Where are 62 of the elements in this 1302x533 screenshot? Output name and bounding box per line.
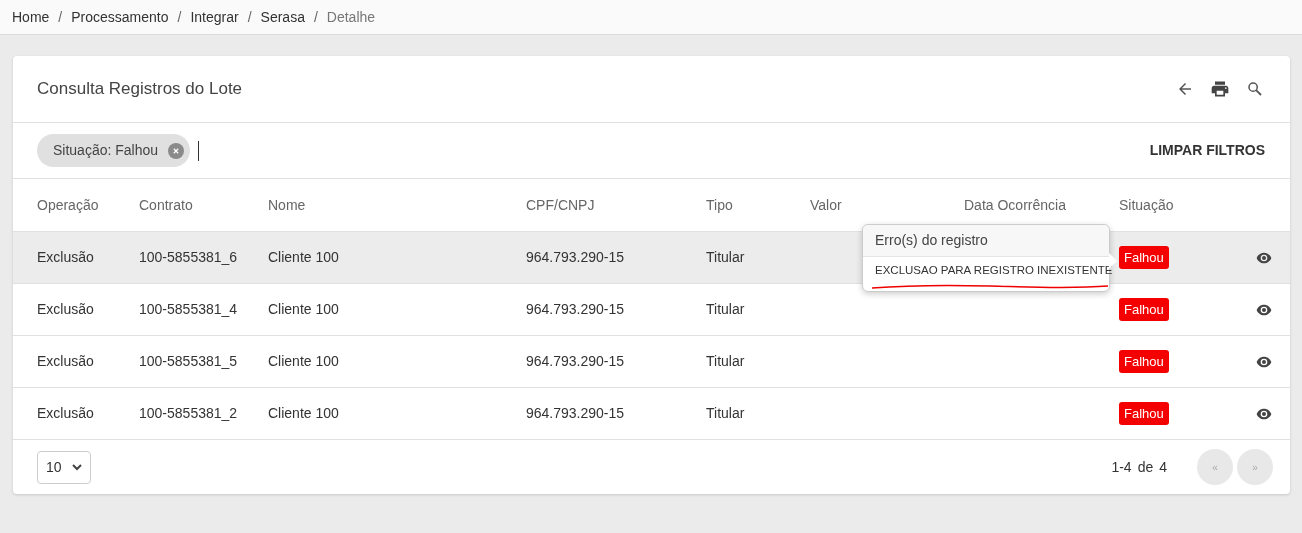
breadcrumb-link[interactable]: Processamento (71, 6, 169, 28)
table-row[interactable]: Exclusão 100-5855381_5 Cliente 100 964.793.290-15 Titular Falhou (13, 336, 1290, 388)
table-cell-text: Cliente 100 (268, 300, 340, 319)
table-cell-text: Titular (706, 300, 746, 319)
eye-icon[interactable] (1256, 407, 1272, 420)
column-header: Contrato (139, 195, 194, 215)
printer-icon[interactable] (1210, 79, 1230, 99)
table-row[interactable]: Exclusão 100-5855381_2 Cliente 100 964.793.290-15 Titular Falhou (13, 388, 1290, 440)
page-range: 1-4 (1111, 457, 1132, 477)
breadcrumb-link[interactable]: Serasa (260, 6, 305, 28)
table-cell-text: Exclusão (37, 248, 95, 267)
table-cell-text: Titular (706, 248, 746, 267)
table-cell-text: Exclusão (37, 300, 95, 319)
table-row[interactable]: Exclusão 100-5855381_4 Cliente 100 964.793.290-15 Titular Falhou (13, 284, 1290, 336)
table-cell-text: Cliente 100 (268, 352, 340, 371)
table-cell-text: Cliente 100 (268, 404, 340, 423)
filter-label: Situação: Falhou (53, 141, 159, 160)
chevron-down-icon (72, 463, 82, 471)
breadcrumb-link[interactable]: Integrar (190, 6, 239, 28)
table-cell-text: 964.793.290-15 (526, 300, 626, 319)
column-header: Nome (268, 195, 307, 215)
column-header: Tipo (706, 195, 734, 215)
breadcrumb-link[interactable]: Home (12, 6, 50, 28)
column-header: Situação (1119, 195, 1175, 215)
breadcrumb-separator: / (313, 7, 318, 27)
filter-chip[interactable]: Situação: Falhou (37, 134, 191, 167)
card-title: Consulta Registros do Lote (37, 78, 244, 101)
status-badge: Falhou (1119, 349, 1169, 374)
text-cursor[interactable] (198, 140, 200, 161)
eye-icon[interactable] (1256, 355, 1272, 368)
column-header: CPF/CNPJ (526, 195, 596, 215)
table-cell-text: 964.793.290-15 (526, 352, 626, 371)
table-cell-text: Exclusão (37, 404, 95, 423)
table-cell-text: Titular (706, 404, 746, 423)
column-header: Operação (37, 195, 100, 215)
table-cell-text: 100-5855381_2 (139, 404, 239, 423)
table-cell-text: 100-5855381_6 (139, 248, 239, 267)
page-size-select[interactable]: 10 (37, 450, 91, 484)
table-cell-text: Titular (706, 352, 746, 371)
table-cell-text: 964.793.290-15 (526, 404, 626, 423)
breadcrumb-separator: / (247, 7, 252, 27)
page-total: 4 (1159, 457, 1167, 477)
breadcrumb-separator: / (177, 7, 182, 27)
clear-filters-button[interactable]: LIMPAR FILTROS (1141, 136, 1273, 165)
close-icon[interactable] (168, 142, 185, 159)
page-of: de (1137, 457, 1154, 477)
table-cell-text: Cliente 100 (268, 248, 340, 267)
breadcrumb-separator: / (58, 7, 63, 27)
column-header: Data Ocorrência (964, 195, 1067, 215)
status-badge: Falhou (1119, 401, 1169, 426)
status-badge: Falhou (1119, 297, 1169, 322)
status-badge: Falhou (1119, 245, 1169, 270)
eye-icon[interactable] (1256, 303, 1272, 316)
column-header: Valor (810, 195, 843, 215)
breadcrumb-current: Detalhe (326, 7, 376, 27)
table-cell-text: 100-5855381_5 (139, 352, 239, 371)
search-icon[interactable] (1246, 80, 1264, 98)
table-cell-text: 100-5855381_4 (139, 300, 239, 319)
eye-icon[interactable] (1256, 251, 1272, 264)
tooltip-title: Erro(s) do registro (863, 225, 1109, 257)
table-cell-text: 964.793.290-15 (526, 248, 626, 267)
table-cell-text: Exclusão (37, 352, 95, 371)
